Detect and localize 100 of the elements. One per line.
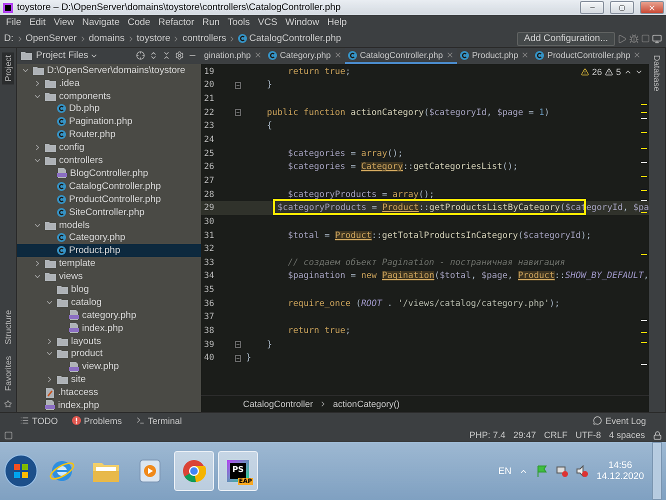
close-button[interactable] (640, 1, 664, 14)
warning-count[interactable]: 26 (592, 67, 602, 77)
tree-item[interactable]: index.php (17, 322, 201, 335)
tree-item[interactable]: SiteController.php (17, 206, 201, 219)
volume-muted-icon[interactable] (576, 465, 588, 477)
fold-marker-icon[interactable] (235, 109, 241, 116)
tree-item[interactable]: Product.php (17, 244, 201, 258)
menu-item[interactable]: Refactor (154, 17, 198, 28)
minimize-button[interactable] (580, 1, 604, 14)
menu-item[interactable]: View (50, 17, 78, 28)
tree-item[interactable]: Db.php (17, 102, 201, 116)
chevron-right-icon[interactable] (45, 375, 54, 384)
menu-item[interactable]: Run (198, 17, 224, 28)
lock-icon[interactable] (653, 430, 662, 440)
monitor-icon[interactable] (652, 34, 662, 44)
menu-item[interactable]: File (2, 17, 26, 28)
close-icon[interactable] (633, 51, 642, 59)
tool-window-button[interactable]: Terminal (136, 416, 182, 426)
menu-item[interactable]: Tools (224, 17, 254, 28)
layout-icon[interactable] (4, 430, 13, 440)
structure-tool-tab[interactable]: Structure (2, 306, 14, 348)
fold-marker-icon[interactable] (235, 341, 241, 348)
breadcrumb-item[interactable]: OpenServer (26, 33, 77, 44)
taskbar-button[interactable] (174, 451, 214, 491)
tree-item[interactable]: Category.php (17, 231, 201, 244)
browser-e-icon[interactable] (49, 458, 75, 484)
fold-marker-icon[interactable] (235, 82, 241, 89)
chrome-logo-icon[interactable] (182, 459, 206, 483)
tree-item[interactable]: .htaccess (17, 386, 201, 400)
stop-icon[interactable] (641, 34, 650, 43)
tree-item[interactable]: template (17, 257, 201, 270)
star-icon[interactable] (4, 400, 12, 408)
tree-item[interactable]: models (17, 218, 201, 232)
maximize-button[interactable] (610, 1, 634, 14)
close-icon[interactable] (446, 51, 454, 59)
fold-marker-icon[interactable] (235, 354, 241, 362)
editor-tab[interactable]: ProductController.php (532, 48, 644, 64)
editor-tab[interactable]: CatalogController.php (344, 48, 457, 64)
database-tool-tab[interactable]: Database (651, 52, 663, 94)
breadcrumb-item[interactable]: controllers (182, 33, 226, 44)
tree-item[interactable]: site (17, 373, 201, 386)
weak-warning-count[interactable]: 5 (616, 67, 621, 77)
status-item[interactable]: 4 spaces (608, 430, 645, 440)
menu-item[interactable]: Window (281, 17, 324, 28)
menu-item[interactable]: Navigate (78, 17, 124, 28)
breadcrumb-item[interactable]: CatalogController (243, 399, 314, 409)
breadcrumb-item[interactable]: CatalogController.php (249, 33, 342, 44)
menu-item[interactable]: Edit (25, 17, 50, 28)
tree-item[interactable]: view.php (17, 360, 201, 374)
tree-item[interactable]: Pagination.php (17, 115, 201, 128)
tool-window-button[interactable]: Problems (72, 416, 122, 426)
event-log-button[interactable]: Event Log (593, 416, 646, 426)
breadcrumb-item[interactable]: toystore (136, 33, 170, 44)
expand-all-icon[interactable] (149, 51, 158, 60)
tree-item[interactable]: BlogController.php (17, 167, 201, 180)
tree-item[interactable]: category.php (17, 308, 201, 322)
chevron-right-icon[interactable] (33, 143, 42, 152)
close-icon[interactable] (254, 51, 262, 59)
tree-item[interactable]: controllers (17, 154, 201, 167)
tool-window-button[interactable]: TODO (20, 416, 58, 426)
settings-icon[interactable] (175, 51, 184, 60)
chevron-right-icon[interactable] (33, 78, 42, 88)
previous-icon[interactable] (624, 68, 632, 76)
tree-item[interactable]: components (17, 90, 201, 103)
menu-item[interactable]: Code (124, 17, 154, 28)
status-item[interactable]: PHP: 7.4 (469, 430, 506, 440)
tree-item[interactable]: index.php (17, 399, 201, 412)
network-error-icon[interactable] (556, 465, 568, 477)
chevron-right-icon[interactable] (33, 259, 42, 268)
favorites-tool-tab[interactable]: Favorites (2, 353, 14, 394)
locate-icon[interactable] (136, 51, 145, 60)
collapse-all-icon[interactable] (162, 51, 171, 60)
tree-item[interactable]: .idea (17, 76, 201, 90)
tree-item[interactable]: layouts (17, 334, 201, 348)
media-player-icon[interactable] (139, 459, 161, 483)
breadcrumb-item[interactable]: domains (88, 33, 125, 44)
tree-item[interactable]: Router.php (17, 128, 201, 142)
editor-tab[interactable]: gination.php (201, 48, 265, 64)
tree-item[interactable]: catalog (17, 296, 201, 309)
tree-item[interactable]: blog (17, 283, 201, 296)
status-item[interactable]: CRLF (544, 430, 568, 440)
breadcrumb-item[interactable]: D: (4, 33, 14, 44)
close-icon[interactable] (334, 51, 342, 59)
status-item[interactable]: 29:47 (513, 430, 536, 440)
project-tool-tab[interactable]: Project (2, 52, 14, 84)
debug-icon[interactable] (629, 34, 639, 44)
menu-item[interactable]: Help (323, 17, 351, 28)
breadcrumb-item[interactable]: actionCategory() (333, 399, 400, 409)
editor-tab[interactable]: Category.php (264, 48, 345, 64)
tree-item[interactable]: views (17, 270, 201, 284)
tree-item[interactable]: D:\OpenServer\domains\toystore (17, 64, 201, 77)
chevron-right-icon[interactable] (45, 336, 54, 346)
menu-item[interactable]: VCS (254, 17, 282, 28)
next-icon[interactable] (635, 68, 643, 76)
close-icon[interactable] (521, 51, 530, 59)
tree-item[interactable]: product (17, 347, 201, 360)
run-icon[interactable] (617, 34, 627, 44)
tree-item[interactable]: CatalogController.php (17, 180, 201, 193)
tree-item[interactable]: config (17, 141, 201, 154)
status-item[interactable]: UTF-8 (575, 430, 601, 440)
